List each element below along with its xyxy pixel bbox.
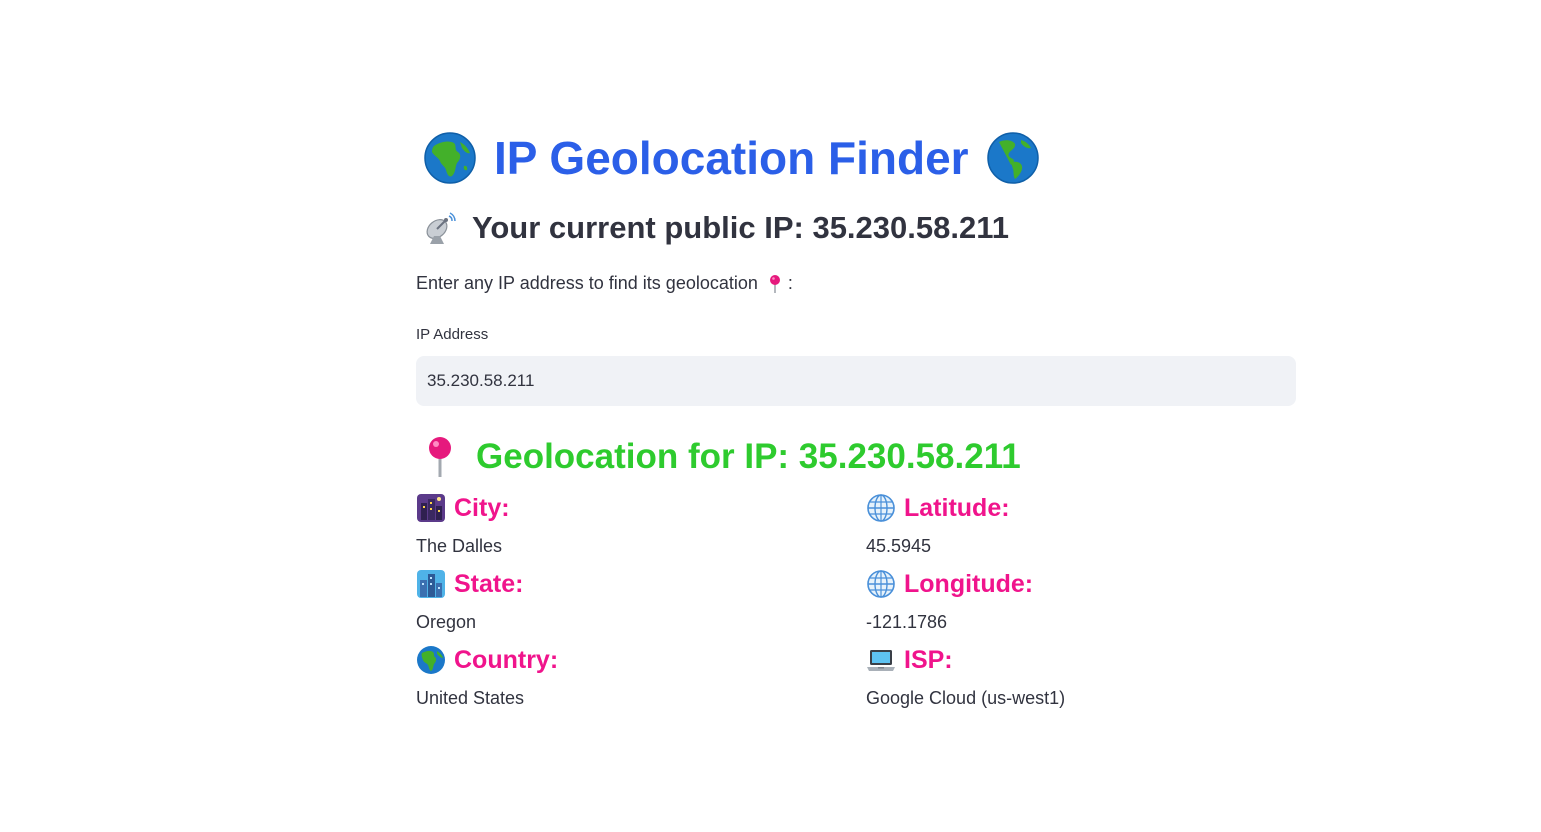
city-value: The Dalles <box>416 536 503 556</box>
globe-africa-icon <box>424 132 476 184</box>
prompt-suffix: : <box>787 273 793 293</box>
round-pushpin-icon <box>429 437 451 477</box>
isp-value: Google Cloud (us-west1) <box>866 688 1066 708</box>
laptop-icon <box>867 650 895 671</box>
latitude-label-text: Latitude: <box>904 493 1010 522</box>
round-pushpin-icon <box>769 274 780 293</box>
latitude-detail: Latitude: 45.5945 <box>866 490 1296 557</box>
country-label-text: Country: <box>454 645 559 674</box>
longitude-label-text: Longitude: <box>904 569 1034 598</box>
satellite-antenna-icon <box>426 212 456 244</box>
longitude-value: -121.1786 <box>866 612 948 632</box>
state-label: State: <box>416 566 846 602</box>
title-text: IP Geolocation Finder <box>494 132 969 184</box>
longitude-detail: Longitude: -121.1786 <box>866 566 1296 633</box>
city-label: City: <box>416 490 846 526</box>
ip-address-label: IP Address <box>416 326 489 343</box>
isp-label: ISP: <box>866 642 1296 678</box>
geolocation-heading-text: Geolocation for IP: 35.230.58.211 <box>476 437 1021 476</box>
isp-detail: ISP: Google Cloud (us-west1) <box>866 642 1296 709</box>
globe-icon <box>417 646 445 674</box>
globe-americas-icon <box>986 132 1039 184</box>
country-detail: Country: United States <box>416 642 846 709</box>
state-value: Oregon <box>416 612 477 632</box>
country-label: Country: <box>416 642 846 678</box>
globe-meridians-icon <box>867 494 895 522</box>
city-night-icon <box>417 494 445 522</box>
country-value: United States <box>416 688 525 708</box>
state-detail: State: Oregon <box>416 566 846 633</box>
prompt-text: Enter any IP address to find its geoloca… <box>416 273 758 293</box>
latitude-label: Latitude: <box>866 490 1296 526</box>
ip-address-input[interactable] <box>416 356 1296 406</box>
page-title: IP Geolocation Finder <box>424 128 1039 188</box>
current-ip-text: Your current public IP: 35.230.58.211 <box>472 210 1009 245</box>
geolocation-heading: Geolocation for IP: 35.230.58.211 <box>424 432 1021 482</box>
longitude-label: Longitude: <box>866 566 1296 602</box>
globe-meridians-icon <box>867 570 895 598</box>
instruction-text: Enter any IP address to find its geoloca… <box>416 273 793 294</box>
city-label-text: City: <box>454 493 510 522</box>
cityscape-icon <box>417 570 445 598</box>
current-ip-heading: Your current public IP: 35.230.58.211 <box>422 206 1009 250</box>
state-label-text: State: <box>454 569 524 598</box>
latitude-value: 45.5945 <box>866 536 932 556</box>
isp-label-text: ISP: <box>904 645 953 674</box>
city-detail: City: The Dalles <box>416 490 846 557</box>
